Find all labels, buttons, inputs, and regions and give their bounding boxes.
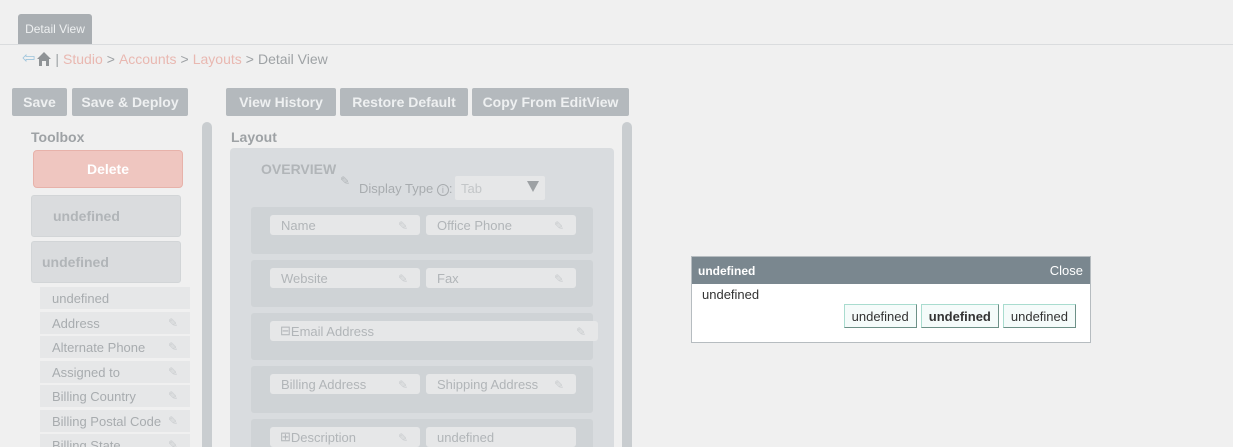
- field-label: Billing Country: [52, 388, 136, 404]
- field-label: Office Phone: [437, 217, 512, 233]
- toolbox-scrollbar[interactable]: [202, 122, 212, 447]
- pencil-icon[interactable]: ✎: [554, 272, 568, 286]
- tab-detail-view[interactable]: Detail View: [18, 14, 92, 44]
- pencil-icon[interactable]: ✎: [576, 325, 590, 339]
- breadcrumb-separator: >: [245, 51, 254, 67]
- breadcrumb: ⇦ | Studio > Accounts > Layouts > Detail…: [22, 50, 328, 68]
- layout-field-shipping-address[interactable]: Shipping Address ✎: [426, 374, 576, 394]
- field-label: Billing Address: [281, 376, 367, 392]
- pencil-icon[interactable]: ✎: [168, 438, 182, 447]
- display-type-label: Display Type i:: [359, 181, 453, 196]
- field-label: Fax: [437, 270, 459, 286]
- toolbox-new-row[interactable]: undefined: [31, 241, 181, 283]
- pencil-icon[interactable]: ✎: [168, 365, 182, 379]
- display-type-value: Tab: [461, 180, 482, 196]
- field-label: Name: [281, 217, 316, 233]
- field-label: undefined: [52, 290, 110, 306]
- dialog-close-button[interactable]: Close: [1050, 263, 1083, 278]
- layout-field-office-phone[interactable]: Office Phone ✎: [426, 215, 576, 235]
- dialog-message: undefined: [702, 287, 760, 302]
- dialog-title: undefined: [698, 263, 756, 278]
- toolbox-new-panel[interactable]: undefined: [31, 195, 181, 237]
- back-arrow-icon[interactable]: ⇦: [22, 51, 35, 67]
- delete-drop-target[interactable]: Delete: [33, 150, 183, 188]
- pencil-icon[interactable]: ✎: [398, 219, 412, 233]
- field-label: Website: [281, 270, 328, 286]
- toolbox-filler-field[interactable]: undefined: [40, 287, 190, 309]
- pencil-icon[interactable]: ✎: [398, 378, 412, 392]
- save-button[interactable]: Save: [12, 88, 67, 116]
- tab-divider: [0, 44, 1233, 45]
- collapse-icon[interactable]: ⊟: [280, 323, 291, 339]
- layout-field-filler[interactable]: undefined: [426, 427, 576, 447]
- field-label: Email Address: [290, 323, 374, 339]
- pencil-icon[interactable]: ✎: [554, 378, 568, 392]
- field-label: Shipping Address: [437, 376, 539, 392]
- breadcrumb-current: Detail View: [257, 51, 328, 67]
- toolbox-field[interactable]: Alternate Phone ✎: [40, 336, 190, 358]
- field-label: Billing State: [52, 437, 121, 447]
- panel-title: OVERVIEW: [261, 161, 337, 177]
- toolbox-field[interactable]: Assigned to ✎: [40, 361, 190, 383]
- pencil-icon[interactable]: ✎: [168, 340, 182, 354]
- save-deploy-button[interactable]: Save & Deploy: [72, 88, 188, 116]
- pencil-icon[interactable]: ✎: [168, 389, 182, 403]
- layout-field-billing-address[interactable]: Billing Address ✎: [270, 374, 420, 394]
- breadcrumb-separator: >: [106, 51, 115, 67]
- layout-field-website[interactable]: Website ✎: [270, 268, 420, 288]
- info-icon: i: [436, 184, 449, 196]
- pencil-icon[interactable]: ✎: [340, 174, 354, 188]
- home-icon[interactable]: [36, 51, 52, 67]
- field-label: undefined: [437, 429, 495, 445]
- layout-field-fax[interactable]: Fax ✎: [426, 268, 576, 288]
- display-type-text: Display Type: [359, 181, 434, 196]
- studio-detail-view-page: Detail View ⇦ | Studio > Accounts > Layo…: [0, 0, 1233, 447]
- pencil-icon[interactable]: ✎: [398, 431, 412, 445]
- field-label: Address: [52, 315, 100, 331]
- field-label: Billing Postal Code: [52, 413, 162, 429]
- expand-icon[interactable]: ⊞: [280, 429, 291, 445]
- breadcrumb-accounts[interactable]: Accounts: [119, 51, 177, 67]
- field-label: Description: [290, 429, 356, 445]
- restore-default-button[interactable]: Restore Default: [340, 88, 468, 116]
- field-label: Alternate Phone: [52, 339, 146, 355]
- breadcrumb-divider: |: [55, 51, 60, 67]
- breadcrumb-separator: >: [180, 51, 189, 67]
- layout-field-description[interactable]: ⊞ Description ✎: [270, 427, 420, 447]
- layout-scrollbar[interactable]: [622, 122, 632, 447]
- pencil-icon[interactable]: ✎: [168, 316, 182, 330]
- copy-from-editview-button[interactable]: Copy From EditView: [472, 88, 629, 116]
- toolbox-field[interactable]: Billing Postal Code ✎: [40, 410, 190, 432]
- dialog-button-group: undefined undefined undefined: [843, 304, 1076, 328]
- toolbox-field[interactable]: Address ✎: [40, 312, 190, 334]
- pencil-icon[interactable]: ✎: [168, 414, 182, 428]
- field-label: Assigned to: [52, 364, 120, 380]
- dialog: undefined Close undefined undefined unde…: [691, 256, 1091, 343]
- dialog-header: undefined Close: [692, 257, 1090, 284]
- display-type-select[interactable]: Tab: [455, 176, 545, 200]
- view-history-button[interactable]: View History: [226, 88, 336, 116]
- layout-field-name[interactable]: Name ✎: [270, 215, 420, 235]
- breadcrumb-layouts[interactable]: Layouts: [193, 51, 242, 67]
- toolbox-field[interactable]: Billing State ✎: [40, 434, 190, 447]
- layout-title: Layout: [231, 129, 277, 145]
- layout-field-email-address[interactable]: ⊟ Email Address ✎: [270, 321, 598, 341]
- chevron-down-icon: [527, 181, 539, 192]
- dialog-button-3[interactable]: undefined: [1002, 304, 1076, 328]
- breadcrumb-studio[interactable]: Studio: [63, 51, 103, 67]
- pencil-icon[interactable]: ✎: [398, 272, 412, 286]
- dialog-button-1[interactable]: undefined: [843, 304, 917, 328]
- pencil-icon[interactable]: ✎: [554, 219, 568, 233]
- toolbox-field[interactable]: Billing Country ✎: [40, 385, 190, 407]
- dialog-button-2[interactable]: undefined: [920, 304, 999, 328]
- toolbox-title: Toolbox: [31, 129, 85, 145]
